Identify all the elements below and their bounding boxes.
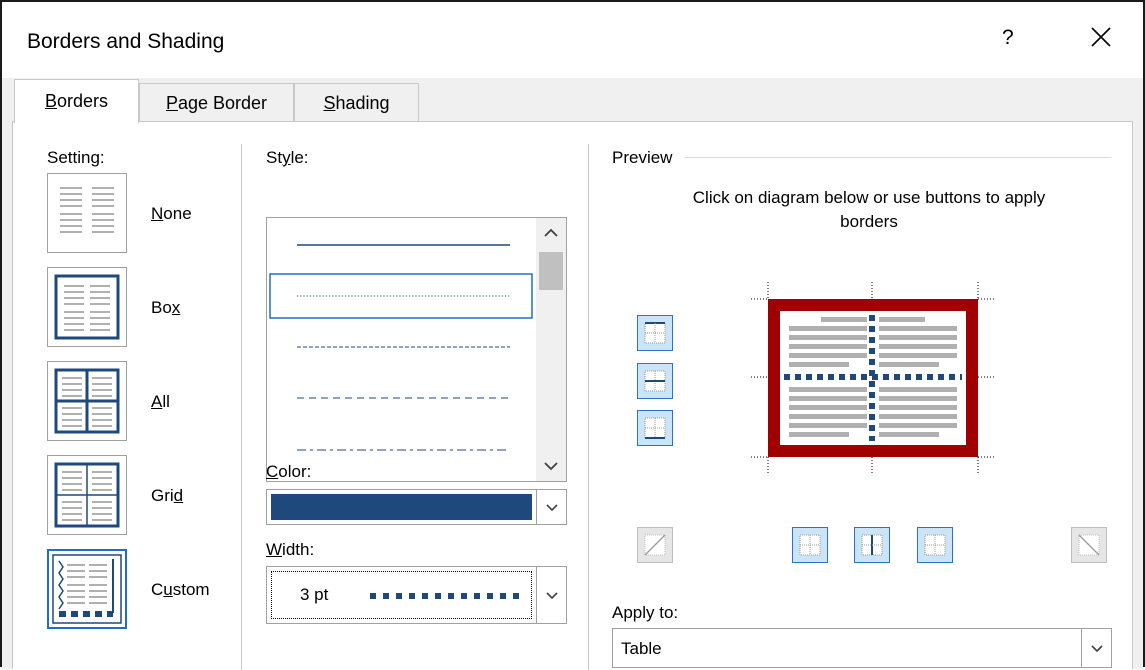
color-dropdown[interactable] [266, 489, 567, 525]
help-button[interactable]: ? [1002, 26, 1014, 50]
left-border-button[interactable] [792, 527, 828, 563]
inside-vertical-border-icon [861, 534, 883, 556]
apply-to-value: Table [621, 639, 662, 658]
tab-page-border[interactable]: Page Border [139, 83, 294, 123]
title-bar: Borders and Shading ? [2, 2, 1143, 78]
top-border-icon [644, 322, 666, 344]
diagonal-down-border-button[interactable] [1071, 527, 1107, 563]
scroll-down-icon[interactable] [536, 451, 566, 481]
dialog-title: Borders and Shading [27, 30, 225, 53]
chevron-down-icon [545, 504, 558, 512]
preview-instruction: Click on diagram below or use buttons to… [692, 188, 1046, 231]
chevron-down-icon [545, 592, 558, 600]
tab-shading-label: Shading [323, 93, 390, 113]
setting-grid-label[interactable]: Grid [151, 486, 183, 506]
inside-horizontal-border-icon [644, 370, 666, 392]
width-dropdown[interactable]: 3 pt [266, 566, 567, 624]
setting-heading: Setting: [47, 148, 105, 167]
scroll-up-icon[interactable] [536, 218, 566, 248]
tab-borders[interactable]: Borders [14, 79, 139, 123]
borders-and-shading-dialog: Borders and Shading ? Borders Page Borde… [0, 0, 1145, 670]
tab-page-border-label: Page Border [165, 93, 268, 113]
apply-to-dropdown[interactable]: Table [612, 628, 1112, 668]
inside-horizontal-border-button[interactable] [637, 363, 673, 399]
grid-setting-icon [54, 462, 120, 528]
style-scrollbar[interactable] [536, 218, 566, 481]
scroll-thumb[interactable] [539, 252, 563, 290]
close-icon [1091, 27, 1111, 47]
tab-borders-label: Borders [44, 91, 109, 111]
preview-diagram[interactable] [741, 277, 1001, 487]
dialog-body: Borders Page Border Shading Setting: Non… [2, 78, 1143, 670]
color-heading: Color: [266, 462, 312, 481]
left-border-icon [799, 534, 821, 556]
setting-none-label[interactable]: None [151, 204, 192, 224]
width-value-box: 3 pt [271, 571, 532, 619]
width-heading: Width: [266, 540, 315, 559]
none-setting-icon [60, 187, 114, 233]
apply-to-heading: Apply to: [612, 603, 679, 622]
preview-heading: Preview [612, 148, 673, 167]
right-border-icon [924, 534, 946, 556]
separator [241, 144, 242, 670]
apply-to-dropdown-button[interactable] [1081, 629, 1111, 667]
setting-grid-swatch[interactable] [47, 455, 127, 535]
separator [588, 144, 589, 670]
style-listbox[interactable] [266, 217, 567, 482]
right-border-button[interactable] [917, 527, 953, 563]
setting-custom-label[interactable]: Custom [151, 580, 210, 600]
diagonal-down-border-icon [1078, 534, 1100, 556]
setting-box-swatch[interactable] [47, 267, 127, 347]
top-border-button[interactable] [637, 315, 673, 351]
custom-setting-icon [52, 554, 122, 624]
style-heading: Style: [266, 148, 309, 167]
all-setting-icon [54, 368, 120, 434]
width-dropdown-button[interactable] [536, 567, 566, 623]
borders-tab-panel: Setting: None Box All Grid Custom Style:… [12, 121, 1133, 670]
close-button[interactable] [1088, 24, 1114, 50]
inside-vertical-border-button[interactable] [854, 527, 890, 563]
bottom-border-icon [644, 417, 666, 439]
setting-box-label[interactable]: Box [151, 298, 180, 318]
preview-group-line [685, 157, 1111, 158]
setting-none-swatch[interactable] [47, 173, 127, 253]
tab-shading[interactable]: Shading [294, 83, 419, 123]
bottom-border-button[interactable] [637, 410, 673, 446]
box-setting-icon [54, 274, 120, 340]
diagonal-up-border-button[interactable] [637, 527, 673, 563]
color-swatch [271, 494, 532, 520]
setting-custom-swatch[interactable] [47, 549, 127, 629]
diagonal-up-border-icon [644, 534, 666, 556]
chevron-down-icon [1090, 645, 1103, 653]
width-line-sample [370, 593, 520, 599]
width-value: 3 pt [300, 585, 329, 604]
setting-all-swatch[interactable] [47, 361, 127, 441]
setting-all-label[interactable]: All [151, 392, 170, 412]
line-style-list [269, 244, 533, 451]
color-dropdown-button[interactable] [536, 490, 566, 524]
